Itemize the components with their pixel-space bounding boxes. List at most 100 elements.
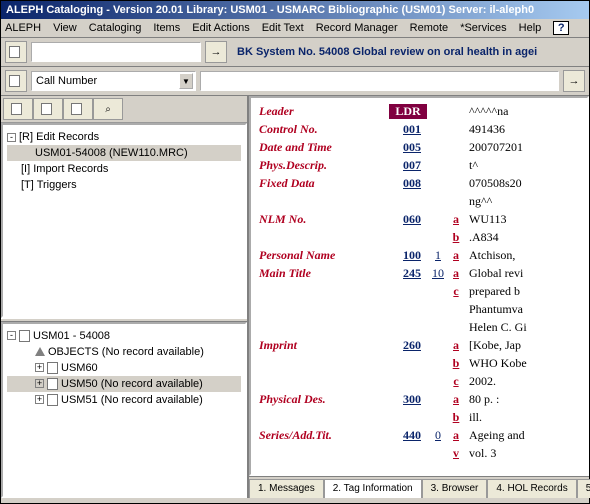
- marc-subfield[interactable]: a: [449, 212, 463, 227]
- marc-value[interactable]: Ageing and: [463, 428, 579, 443]
- marc-value[interactable]: Helen C. Gi: [463, 320, 579, 335]
- marc-row[interactable]: LeaderLDR^^^^^na: [259, 104, 579, 122]
- marc-tag[interactable]: 007: [389, 158, 427, 173]
- marc-row[interactable]: Date and Time005200707201: [259, 140, 579, 158]
- marc-row[interactable]: cprepared b: [259, 284, 579, 302]
- marc-tag[interactable]: 260: [389, 338, 427, 353]
- marc-row[interactable]: bWHO Kobe: [259, 356, 579, 374]
- help-icon[interactable]: ?: [553, 21, 569, 35]
- navigator-tree-top[interactable]: -[R] Edit Records USM01-54008 (NEW110.MR…: [1, 123, 247, 318]
- marc-value[interactable]: Phantumva: [463, 302, 579, 317]
- menu-remote[interactable]: Remote: [410, 22, 449, 34]
- marc-tag[interactable]: 100: [389, 248, 427, 263]
- marc-tag[interactable]: 060: [389, 212, 427, 227]
- marc-subfield[interactable]: a: [449, 338, 463, 353]
- marc-row[interactable]: Imprint260a[Kobe, Jap: [259, 338, 579, 356]
- marc-tag[interactable]: 300: [389, 392, 427, 407]
- menu-help[interactable]: Help: [519, 22, 542, 34]
- tree-usm51[interactable]: USM51 (No record available): [61, 394, 203, 406]
- marc-row[interactable]: Main Title24510aGlobal revi: [259, 266, 579, 284]
- tree-edit-records[interactable]: [R] Edit Records: [19, 131, 99, 143]
- marc-value[interactable]: Global revi: [463, 266, 579, 281]
- menu-aleph[interactable]: ALEPH: [5, 22, 41, 34]
- tab-icon-2[interactable]: [33, 98, 63, 120]
- marc-tag[interactable]: 245: [389, 266, 427, 281]
- marc-row[interactable]: c2002.: [259, 374, 579, 392]
- menu-record-manager[interactable]: Record Manager: [316, 22, 398, 34]
- tree-objects[interactable]: OBJECTS (No record available): [48, 346, 204, 358]
- toolbar-icon-1[interactable]: [5, 41, 27, 63]
- marc-value[interactable]: 070508s20: [463, 176, 579, 191]
- marc-subfield[interactable]: b: [449, 230, 463, 245]
- tree-sysno[interactable]: USM01 - 54008: [33, 330, 110, 342]
- marc-value[interactable]: .A834: [463, 230, 579, 245]
- toolbar-icon-2[interactable]: [5, 70, 27, 92]
- marc-value[interactable]: 80 p. :: [463, 392, 579, 407]
- marc-subfield[interactable]: v: [449, 446, 463, 461]
- marc-row[interactable]: Physical Des.300a80 p. :: [259, 392, 579, 410]
- menu-view[interactable]: View: [53, 22, 77, 34]
- marc-subfield[interactable]: a: [449, 248, 463, 263]
- marc-value[interactable]: WHO Kobe: [463, 356, 579, 371]
- tree-usm60[interactable]: USM60: [61, 362, 98, 374]
- marc-value[interactable]: t^: [463, 158, 579, 173]
- marc-subfield[interactable]: a: [449, 428, 463, 443]
- marc-subfield[interactable]: c: [449, 284, 463, 299]
- marc-subfield[interactable]: c: [449, 374, 463, 389]
- marc-value[interactable]: [Kobe, Jap: [463, 338, 579, 353]
- marc-tag[interactable]: 440: [389, 428, 427, 443]
- marc-tag[interactable]: 001: [389, 122, 427, 137]
- marc-tag[interactable]: LDR: [389, 104, 427, 119]
- tab-tag-information[interactable]: 2. Tag Information: [324, 479, 422, 498]
- marc-indicator[interactable]: 1: [427, 248, 449, 263]
- menu-edit-actions[interactable]: Edit Actions: [192, 22, 249, 34]
- chevron-down-icon[interactable]: ▼: [179, 73, 193, 89]
- marc-row[interactable]: Fixed Data008070508s20: [259, 176, 579, 194]
- marc-row[interactable]: Control No.001491436: [259, 122, 579, 140]
- marc-row[interactable]: ng^^: [259, 194, 579, 212]
- tree-usm50[interactable]: USM50 (No record available): [61, 378, 203, 390]
- menu-edit-text[interactable]: Edit Text: [262, 22, 304, 34]
- marc-subfield[interactable]: b: [449, 410, 463, 425]
- marc-subfield[interactable]: b: [449, 356, 463, 371]
- marc-row[interactable]: NLM No.060aWU113: [259, 212, 579, 230]
- marc-tag[interactable]: 008: [389, 176, 427, 191]
- marc-tag[interactable]: 005: [389, 140, 427, 155]
- marc-row[interactable]: Series/Add.Tit.4400aAgeing and: [259, 428, 579, 446]
- tab-icon-1[interactable]: [3, 98, 33, 120]
- tab-icon-3[interactable]: [63, 98, 93, 120]
- marc-value[interactable]: ^^^^^na: [463, 104, 579, 119]
- marc-row[interactable]: b.A834: [259, 230, 579, 248]
- marc-subfield[interactable]: a: [449, 266, 463, 281]
- tree-triggers[interactable]: [T] Triggers: [21, 179, 77, 191]
- marc-indicator[interactable]: 0: [427, 428, 449, 443]
- marc-row[interactable]: vvol. 3: [259, 446, 579, 464]
- tab-hol-records[interactable]: 4. HOL Records: [487, 479, 576, 498]
- tab-browser[interactable]: 3. Browser: [422, 479, 488, 498]
- tab-messages[interactable]: 1. Messages: [249, 479, 324, 498]
- marc-value[interactable]: prepared b: [463, 284, 579, 299]
- marc-row[interactable]: Helen C. Gi: [259, 320, 579, 338]
- tab-objects[interactable]: 5. Ob: [577, 479, 590, 498]
- go-button-1[interactable]: →: [205, 41, 227, 63]
- marc-indicator[interactable]: 10: [427, 266, 449, 281]
- tree-record-item[interactable]: USM01-54008 (NEW110.MRC): [35, 147, 188, 159]
- marc-row[interactable]: Phys.Descrip.007t^: [259, 158, 579, 176]
- marc-row[interactable]: Personal Name1001aAtchison,: [259, 248, 579, 266]
- menu-items[interactable]: Items: [153, 22, 180, 34]
- marc-value[interactable]: 200707201: [463, 140, 579, 155]
- marc-editor[interactable]: LeaderLDR^^^^^naControl No.001491436Date…: [249, 96, 589, 476]
- tab-icon-search[interactable]: ⌕: [93, 98, 123, 120]
- marc-value[interactable]: 2002.: [463, 374, 579, 389]
- toolbar-input-1[interactable]: [31, 42, 201, 62]
- menu-cataloging[interactable]: Cataloging: [89, 22, 142, 34]
- marc-value[interactable]: Atchison,: [463, 248, 579, 263]
- marc-value[interactable]: 491436: [463, 122, 579, 137]
- marc-value[interactable]: vol. 3: [463, 446, 579, 461]
- marc-value[interactable]: ill.: [463, 410, 579, 425]
- marc-value[interactable]: WU113: [463, 212, 579, 227]
- marc-subfield[interactable]: a: [449, 392, 463, 407]
- navigator-tree-bottom[interactable]: -USM01 - 54008 OBJECTS (No record availa…: [1, 322, 247, 498]
- marc-value[interactable]: ng^^: [463, 194, 579, 209]
- marc-row[interactable]: bill.: [259, 410, 579, 428]
